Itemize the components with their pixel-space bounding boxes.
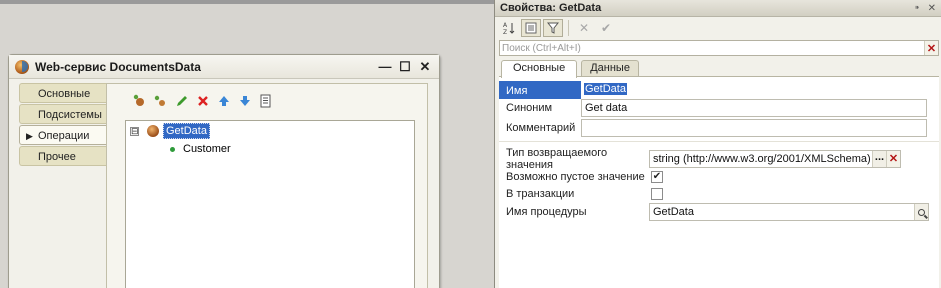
tab-subsystems[interactable]: Подсистемы [19,104,107,124]
tab-operations[interactable]: ▶ Операции [19,125,107,145]
properties-grid: Имя GetData Синоним Get data Комментарий… [499,76,939,288]
vertical-tabs: Основные Подсистемы ▶ Операции Прочее [19,83,107,167]
name-label: Имя [499,81,581,99]
move-down-icon[interactable] [236,92,254,110]
property-search: ✕ [499,40,939,56]
tab-basic[interactable]: Основные [19,83,107,103]
search-icon[interactable] [914,204,928,220]
toolbar-separator [568,20,569,36]
sort-alphabetical-icon[interactable]: AZ [499,19,519,37]
procedure-row: Имя процедуры GetData [499,203,929,221]
procedure-label: Имя процедуры [506,206,587,218]
name-row: Имя GetData [499,81,927,99]
close-button[interactable]: ✕ [417,59,433,75]
filter-icon[interactable] [543,19,563,37]
clear-type-icon[interactable]: ✕ [886,151,900,167]
properties-toolbar: AZ ✕ ✔ [495,17,941,39]
properties-title: Свойства: GetData [500,2,602,14]
nillable-label: Возможно пустое значение [506,171,645,183]
add-parameter-icon[interactable] [152,92,170,110]
nillable-row: Возможно пустое значение ✔ [499,168,663,186]
tab-properties-data[interactable]: Данные [581,60,639,77]
workspace: Web-сервис DocumentsData — ☐ ✕ Основные … [0,0,494,288]
operations-toolbar [131,92,275,110]
tree-row-parameter[interactable]: Customer [170,141,231,157]
collapse-icon[interactable]: ⊟ [130,126,139,136]
maximize-button[interactable]: ☐ [397,59,413,75]
workspace-top-border [0,0,494,4]
tree-row-operation[interactable]: ⊟ GetData [130,123,210,139]
categorized-view-icon[interactable] [521,19,541,37]
properties-titlebar: Свойства: GetData ⁍ ✕ [495,0,941,17]
add-operation-icon[interactable] [131,92,149,110]
tab-operations-label: Операции [38,130,90,142]
properties-panel: Свойства: GetData ⁍ ✕ AZ ✕ ✔ ✕ Основные … [494,0,941,288]
return-type-row: Тип возвращаемого значения string (http:… [499,147,901,171]
name-field[interactable]: GetData [581,81,927,99]
svg-text:A: A [503,22,508,29]
clear-search-icon[interactable]: ✕ [924,41,938,55]
select-type-button[interactable]: ... [872,151,886,167]
procedure-value[interactable]: GetData [650,204,914,220]
web-service-window: Web-сервис DocumentsData — ☐ ✕ Основные … [8,54,440,288]
properties-close-icon[interactable]: ✕ [928,3,936,14]
delete-icon[interactable] [194,92,212,110]
search-input[interactable] [500,41,924,55]
properties-tabs: Основные Данные [501,60,643,78]
synonym-field[interactable]: Get data [581,99,927,117]
operations-tree: ⊟ GetData Customer [125,120,415,288]
pin-icon[interactable]: ⁍ [915,3,920,14]
section-divider [499,141,939,142]
operation-name[interactable]: GetData [163,123,210,139]
comment-field[interactable] [581,119,927,137]
tab-properties-basic[interactable]: Основные [501,60,578,78]
tab-basic-label: Основные [38,88,91,100]
operations-panel: ⊟ GetData Customer [106,83,428,288]
comment-label: Комментарий [506,122,576,134]
transaction-label: В транзакции [506,188,575,200]
synonym-row: Синоним Get data [499,99,927,117]
tab-other[interactable]: Прочее [19,146,107,166]
parameter-name[interactable]: Customer [183,143,231,155]
return-type-field: string (http://www.w3.org/2001/XMLSchema… [649,150,901,168]
window-title: Web-сервис DocumentsData [35,59,201,74]
parameter-icon [170,146,175,152]
web-service-icon [15,59,29,74]
synonym-label: Синоним [506,102,553,114]
svg-text:Z: Z [503,29,507,35]
tab-other-label: Прочее [38,151,76,163]
transaction-checkbox[interactable] [651,188,663,200]
window-titlebar[interactable]: Web-сервис DocumentsData — ☐ ✕ [9,55,439,79]
nillable-checkbox[interactable]: ✔ [651,171,663,183]
cancel-icon[interactable]: ✕ [574,19,594,37]
comment-row: Комментарий [499,119,927,137]
operation-icon [147,125,159,137]
move-up-icon[interactable] [215,92,233,110]
return-type-value[interactable]: string (http://www.w3.org/2001/XMLSchema… [650,151,872,167]
procedure-field: GetData [649,203,929,221]
apply-icon[interactable]: ✔ [596,19,616,37]
tab-subsystems-label: Подсистемы [38,109,102,121]
list-icon[interactable] [257,92,275,110]
name-value: GetData [584,83,627,95]
minimize-button[interactable]: — [377,59,393,74]
active-tab-arrow-icon: ▶ [26,131,33,141]
transaction-row: В транзакции [499,185,663,203]
edit-icon[interactable] [173,92,191,110]
